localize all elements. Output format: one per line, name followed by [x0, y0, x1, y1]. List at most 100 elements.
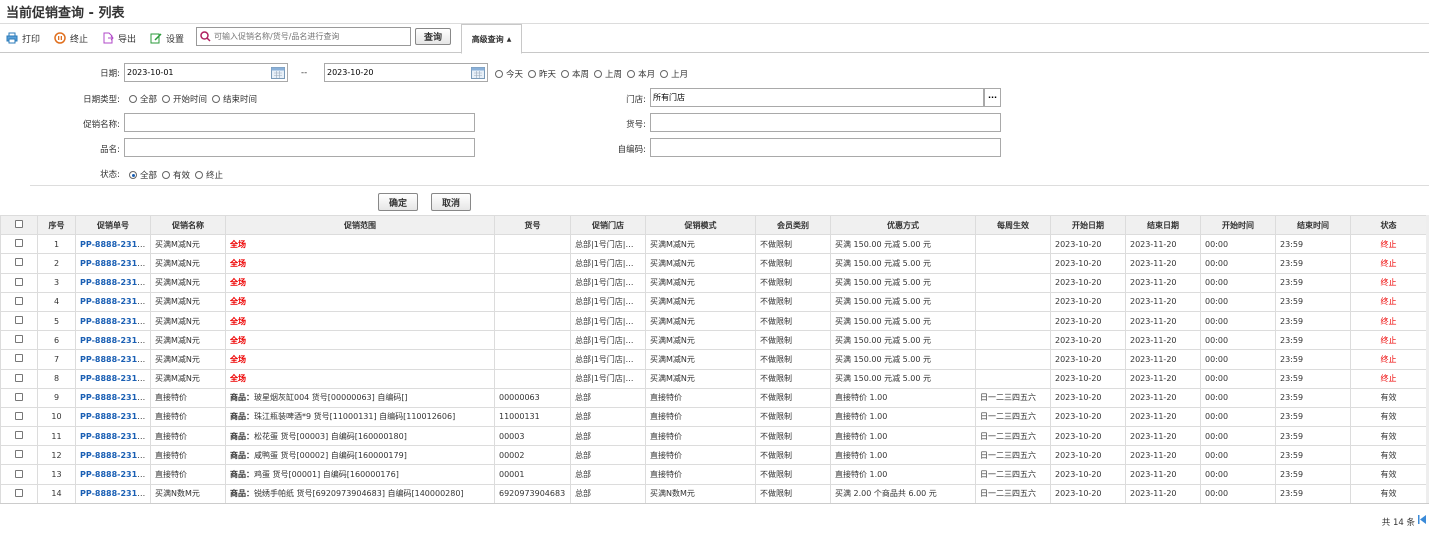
row-checkbox[interactable]	[15, 354, 23, 363]
search-input[interactable]	[214, 32, 404, 41]
cell-select[interactable]	[0, 387, 38, 408]
table-row[interactable]: 9 PP-8888-2310... 直接特价 商品：玻星烟灰缸004 货号[00000…	[0, 387, 1427, 408]
radio-yesterday[interactable]: 昨天	[528, 68, 556, 80]
radio-date-type-end[interactable]: 结束时间	[212, 93, 257, 105]
promo-id-link[interactable]: PP-8888-2310...	[80, 297, 150, 306]
column-header[interactable]: 结束日期	[1125, 214, 1201, 236]
table-row[interactable]: 1 PP-8888-2310... 买满M减N元 全场 总部|1号门店|测... 买满M减…	[0, 234, 1427, 255]
row-checkbox[interactable]	[15, 411, 23, 420]
export-button[interactable]: 导出	[102, 32, 136, 45]
settings-button[interactable]: 设置	[150, 32, 184, 45]
self-code-input[interactable]	[650, 138, 1001, 157]
cell-select[interactable]	[0, 253, 38, 274]
cell-select[interactable]	[0, 291, 38, 312]
row-checkbox[interactable]	[15, 258, 23, 267]
row-checkbox[interactable]	[15, 239, 23, 248]
promo-id-link[interactable]: PP-8888-2310...	[80, 278, 150, 287]
cell-id[interactable]: PP-8888-2310...	[75, 464, 151, 485]
promo-id-link[interactable]: PP-8888-2310...	[80, 412, 150, 421]
cell-id[interactable]: PP-8888-2310...	[75, 253, 151, 274]
row-checkbox[interactable]	[15, 488, 23, 497]
column-header[interactable]: 促销模式	[645, 214, 756, 236]
cell-id[interactable]: PP-8888-2310...	[75, 272, 151, 293]
table-row[interactable]: 7 PP-8888-2310... 买满M减N元 全场 总部|1号门店|测... 买满M减…	[0, 349, 1427, 370]
cell-select[interactable]	[0, 445, 38, 466]
column-header[interactable]: 每周生效	[975, 214, 1051, 236]
select-all-checkbox[interactable]	[15, 220, 23, 229]
radio-date-type-start[interactable]: 开始时间	[162, 93, 207, 105]
column-header[interactable]: 开始日期	[1050, 214, 1126, 236]
date-from-input[interactable]: 2023-10-01	[124, 63, 288, 82]
row-checkbox[interactable]	[15, 469, 23, 478]
table-row[interactable]: 3 PP-8888-2310... 买满M减N元 全场 总部|1号门店|测... 买满M减…	[0, 272, 1427, 293]
cell-select[interactable]	[0, 234, 38, 255]
radio-this-month[interactable]: 本月	[627, 68, 655, 80]
store-input[interactable]: 所有门店	[650, 88, 984, 107]
product-name-input[interactable]	[124, 138, 475, 157]
calendar-icon[interactable]	[271, 66, 285, 79]
advanced-query-tab[interactable]: 高级查询 ▲	[461, 24, 522, 54]
radio-last-month[interactable]: 上月	[660, 68, 688, 80]
stop-button[interactable]: 终止	[54, 32, 88, 45]
calendar-icon[interactable]	[471, 66, 485, 79]
table-row[interactable]: 12 PP-8888-2310... 直接特价 商品：咸鸭蛋 货号[00002] 自编…	[0, 445, 1427, 466]
promo-id-link[interactable]: PP-8888-2310...	[80, 355, 150, 364]
table-row[interactable]: 5 PP-8888-2310... 买满M减N元 全场 总部|1号门店|测... 买满M减…	[0, 310, 1427, 332]
table-row[interactable]: 6 PP-8888-2310... 买满M减N元 全场 总部|1号门店|测... 买满M减…	[0, 330, 1427, 351]
cell-select[interactable]	[0, 310, 38, 332]
radio-status-stopped[interactable]: 终止	[195, 169, 223, 181]
cell-select[interactable]	[0, 406, 38, 428]
cell-select[interactable]	[0, 349, 38, 370]
confirm-button[interactable]: 确定	[378, 193, 418, 211]
row-checkbox[interactable]	[15, 335, 23, 344]
promo-id-link[interactable]: PP-8888-2310...	[80, 432, 150, 441]
cell-select[interactable]	[0, 464, 38, 485]
column-header[interactable]: 状态	[1350, 214, 1427, 236]
cell-id[interactable]: PP-8888-2310...	[75, 483, 151, 504]
column-header[interactable]: 货号	[494, 214, 571, 236]
store-picker-button[interactable]: ···	[984, 88, 1001, 107]
cancel-button[interactable]: 取消	[431, 193, 471, 211]
promo-id-link[interactable]: PP-8888-2310...	[80, 259, 150, 268]
cell-select[interactable]	[0, 330, 38, 351]
item-no-input[interactable]	[650, 113, 1001, 132]
table-row[interactable]: 14 PP-8888-2310... 买满N数M元 商品：锐绣手帕纸 货号[69209…	[0, 483, 1427, 504]
cell-select[interactable]	[0, 483, 38, 504]
cell-select[interactable]	[0, 426, 38, 447]
row-checkbox[interactable]	[15, 316, 23, 325]
column-header[interactable]: 促销范围	[225, 214, 495, 236]
column-header[interactable]: 结束时间	[1275, 214, 1351, 236]
promo-id-link[interactable]: PP-8888-2310...	[80, 393, 150, 402]
row-checkbox[interactable]	[15, 431, 23, 440]
promo-id-link[interactable]: PP-8888-2310...	[80, 240, 150, 249]
table-row[interactable]: 4 PP-8888-2310... 买满M减N元 全场 总部|1号门店|测... 买满M减…	[0, 291, 1427, 312]
radio-this-week[interactable]: 本周	[561, 68, 589, 80]
cell-id[interactable]: PP-8888-2310...	[75, 330, 151, 351]
table-row[interactable]: 2 PP-8888-2310... 买满M减N元 全场 总部|1号门店|测... 买满M减…	[0, 253, 1427, 274]
column-header[interactable]: 开始时间	[1200, 214, 1276, 236]
cell-id[interactable]: PP-8888-2310...	[75, 406, 151, 428]
promo-name-input[interactable]	[124, 113, 475, 132]
table-row[interactable]: 8 PP-8888-2310... 买满M减N元 全场 总部|1号门店|测... 买满M减…	[0, 368, 1427, 389]
table-row[interactable]: 10 PP-8888-2310... 直接特价 商品：珠江瓶装啤酒*9 货号[1100…	[0, 406, 1427, 428]
cell-select[interactable]	[0, 368, 38, 389]
row-checkbox[interactable]	[15, 296, 23, 305]
print-button[interactable]: 打印	[6, 32, 40, 45]
radio-status-valid[interactable]: 有效	[162, 169, 190, 181]
promo-id-link[interactable]: PP-8888-2310...	[80, 317, 150, 326]
promo-id-link[interactable]: PP-8888-2310...	[80, 470, 150, 479]
date-to-input[interactable]: 2023-10-20	[324, 63, 488, 82]
row-checkbox[interactable]	[15, 373, 23, 382]
cell-id[interactable]: PP-8888-2310...	[75, 426, 151, 447]
promo-id-link[interactable]: PP-8888-2310...	[80, 374, 150, 383]
promo-id-link[interactable]: PP-8888-2310...	[80, 489, 150, 498]
column-header[interactable]: 序号	[37, 214, 76, 236]
cell-id[interactable]: PP-8888-2310...	[75, 234, 151, 255]
table-row[interactable]: 13 PP-8888-2310... 直接特价 商品：鸡蛋 货号[00001] 自编码…	[0, 464, 1427, 485]
query-button[interactable]: 查询	[415, 28, 451, 45]
cell-id[interactable]: PP-8888-2310...	[75, 349, 151, 370]
column-header[interactable]: 促销门店	[570, 214, 646, 236]
radio-date-type-all[interactable]: 全部	[129, 93, 157, 105]
select-all-cell[interactable]	[0, 214, 38, 236]
cell-select[interactable]	[0, 272, 38, 293]
